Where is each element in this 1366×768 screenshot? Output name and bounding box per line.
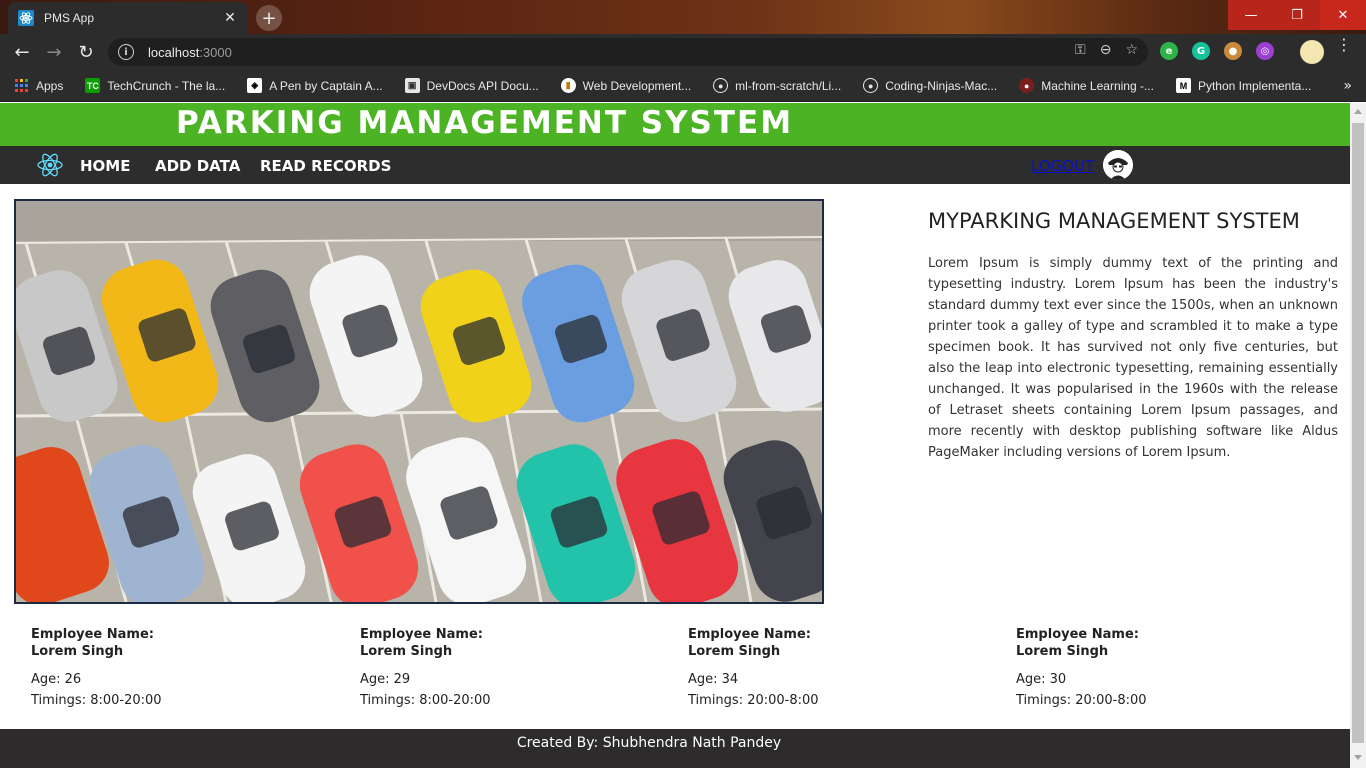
codepen-icon: ◈ — [247, 78, 263, 93]
scrollbar-thumb[interactable] — [1352, 123, 1364, 743]
medium-icon: M — [1175, 78, 1191, 93]
employee-age: Age: 30 — [1016, 672, 1067, 687]
apps-grid-icon — [14, 78, 29, 93]
bookmarks-bar: Apps TC TechCrunch - The la... ◈ A Pen by … — [0, 70, 1366, 102]
extension-icon[interactable]: ◎ — [1256, 42, 1274, 60]
footer-credit: Created By: Shubhendra Nath Pandey — [516, 735, 782, 751]
employee-name: Lorem Singh — [360, 644, 453, 659]
bookmark-coding-ninjas[interactable]: ● Coding-Ninjas-Mac... — [863, 78, 997, 93]
react-logo-icon[interactable] — [36, 151, 64, 179]
employee-age: Age: 26 — [31, 672, 82, 687]
bookmark-ml-from-scratch[interactable]: ● ml-from-scratch/Li... — [713, 78, 841, 93]
github-icon: ● — [713, 78, 729, 93]
about-title: MYPARKING MANAGEMENT SYSTEM — [928, 209, 1300, 233]
bookmark-python-implementation[interactable]: M Python Implementa... — [1175, 78, 1311, 93]
zoom-icon[interactable]: ⊖ — [1100, 42, 1112, 58]
site-navbar: HOME ADD DATA READ RECORDS LOGOUT — [0, 146, 1350, 184]
key-icon[interactable]: ⚿ — [1075, 42, 1086, 58]
grammarly-icon[interactable]: G — [1192, 42, 1210, 60]
restore-button[interactable]: ❐ — [1274, 0, 1320, 30]
chrome-menu-icon[interactable]: ⋮ — [1334, 37, 1354, 53]
banner-title: PARKING MANAGEMENT SYSTEM — [176, 105, 794, 141]
tab-title: PMS App — [44, 11, 95, 25]
back-arrow-icon[interactable]: ← — [10, 40, 34, 64]
bookmark-star-icon[interactable]: ☆ — [1125, 42, 1138, 58]
page-viewport: PARKING MANAGEMENT SYSTEM HOME ADD DATA … — [0, 103, 1350, 768]
employee-card: Employee Name: Lorem Singh Age: 30 Timin… — [1016, 626, 1316, 711]
url-text: localhost:3000 — [148, 44, 232, 60]
browser-titlebar: PMS App ✕ + — ❐ ✕ — [0, 0, 1366, 34]
github-icon: ● — [863, 78, 879, 93]
bookmark-machine-learning[interactable]: ● Machine Learning -... — [1019, 78, 1154, 93]
extensions: e G ● ◎ — [1160, 42, 1274, 60]
forward-arrow-icon[interactable]: → — [42, 40, 66, 64]
parking-cars-illustration — [16, 201, 822, 602]
scroll-up-arrow-icon[interactable] — [1354, 109, 1362, 114]
employee-age: Age: 29 — [360, 672, 411, 687]
close-window-button[interactable]: ✕ — [1320, 0, 1366, 30]
profile-avatar[interactable] — [1300, 40, 1324, 64]
employee-name-label: Employee Name: — [31, 627, 154, 642]
bookmark-codepen[interactable]: ◈ A Pen by Captain A... — [247, 78, 383, 93]
employee-timings: Timings: 20:00-8:00 — [688, 693, 819, 708]
employee-card: Employee Name: Lorem Singh Age: 29 Timin… — [360, 626, 660, 711]
browser-toolbar: ← → ↻ i localhost:3000 ⚿ ⊖ ☆ e G ● ◎ ⋮ — [0, 34, 1366, 70]
scroll-down-arrow-icon[interactable] — [1354, 755, 1362, 760]
employee-list: Employee Name: Lorem Singh Age: 26 Timin… — [31, 626, 1341, 716]
site-footer: Created By: Shubhendra Nath Pandey — [0, 729, 1350, 768]
employee-name: Lorem Singh — [1016, 644, 1109, 659]
employee-card: Employee Name: Lorem Singh Age: 26 Timin… — [31, 626, 331, 711]
nav-read-records[interactable]: READ RECORDS — [260, 157, 391, 175]
bookmark-apps[interactable]: Apps — [14, 78, 63, 93]
employee-name: Lorem Singh — [31, 644, 124, 659]
employee-card: Employee Name: Lorem Singh Age: 34 Timin… — [688, 626, 988, 711]
bookmark-techcrunch[interactable]: TC TechCrunch - The la... — [85, 78, 225, 93]
site-banner: PARKING MANAGEMENT SYSTEM — [0, 103, 1350, 146]
user-avatar[interactable] — [1103, 150, 1133, 180]
employee-timings: Timings: 8:00-20:00 — [31, 693, 162, 708]
browser-tab[interactable]: PMS App ✕ — [8, 2, 248, 34]
cookie-icon[interactable]: ● — [1224, 42, 1242, 60]
techcrunch-icon: TC — [85, 78, 101, 93]
bookmark-web-development[interactable]: ▮ Web Development... — [560, 78, 691, 93]
omnibox-icons: ⚿ ⊖ ☆ — [1075, 42, 1138, 58]
minimize-button[interactable]: — — [1228, 0, 1274, 30]
about-text: Lorem Ipsum is simply dummy text of the … — [928, 256, 1338, 460]
employee-name-label: Employee Name: — [360, 627, 483, 642]
devdocs-icon: ▣ — [404, 78, 420, 93]
ml-icon: ● — [1019, 78, 1035, 93]
evernote-icon[interactable]: e — [1160, 42, 1178, 60]
new-tab-button[interactable]: + — [256, 5, 282, 31]
employee-age: Age: 34 — [688, 672, 739, 687]
react-favicon-icon — [18, 10, 34, 26]
info-icon[interactable]: i — [118, 44, 134, 60]
employee-name-label: Employee Name: — [1016, 627, 1139, 642]
window-controls: — ❐ ✕ — [1228, 0, 1366, 30]
bookmarks-overflow-icon[interactable]: » — [1343, 78, 1352, 94]
reload-icon[interactable]: ↻ — [74, 40, 98, 64]
employee-name-label: Employee Name: — [688, 627, 811, 642]
logout-link[interactable]: LOGOUT — [1031, 157, 1094, 175]
about-section: MYPARKING MANAGEMENT SYSTEM Lorem Ipsum … — [928, 209, 1338, 463]
page-scrollbar[interactable] — [1350, 103, 1366, 768]
tab-close-icon[interactable]: ✕ — [222, 10, 238, 26]
nav-add-data[interactable]: ADD DATA — [155, 157, 240, 175]
address-bar[interactable]: i localhost:3000 ⚿ ⊖ ☆ — [108, 38, 1148, 66]
employee-name: Lorem Singh — [688, 644, 781, 659]
nav-home[interactable]: HOME — [80, 157, 130, 175]
employee-timings: Timings: 8:00-20:00 — [360, 693, 491, 708]
employee-timings: Timings: 20:00-8:00 — [1016, 693, 1147, 708]
bookmark-devdocs[interactable]: ▣ DevDocs API Docu... — [404, 78, 539, 93]
web-dev-icon: ▮ — [560, 78, 576, 93]
parking-lot-image — [14, 199, 824, 604]
